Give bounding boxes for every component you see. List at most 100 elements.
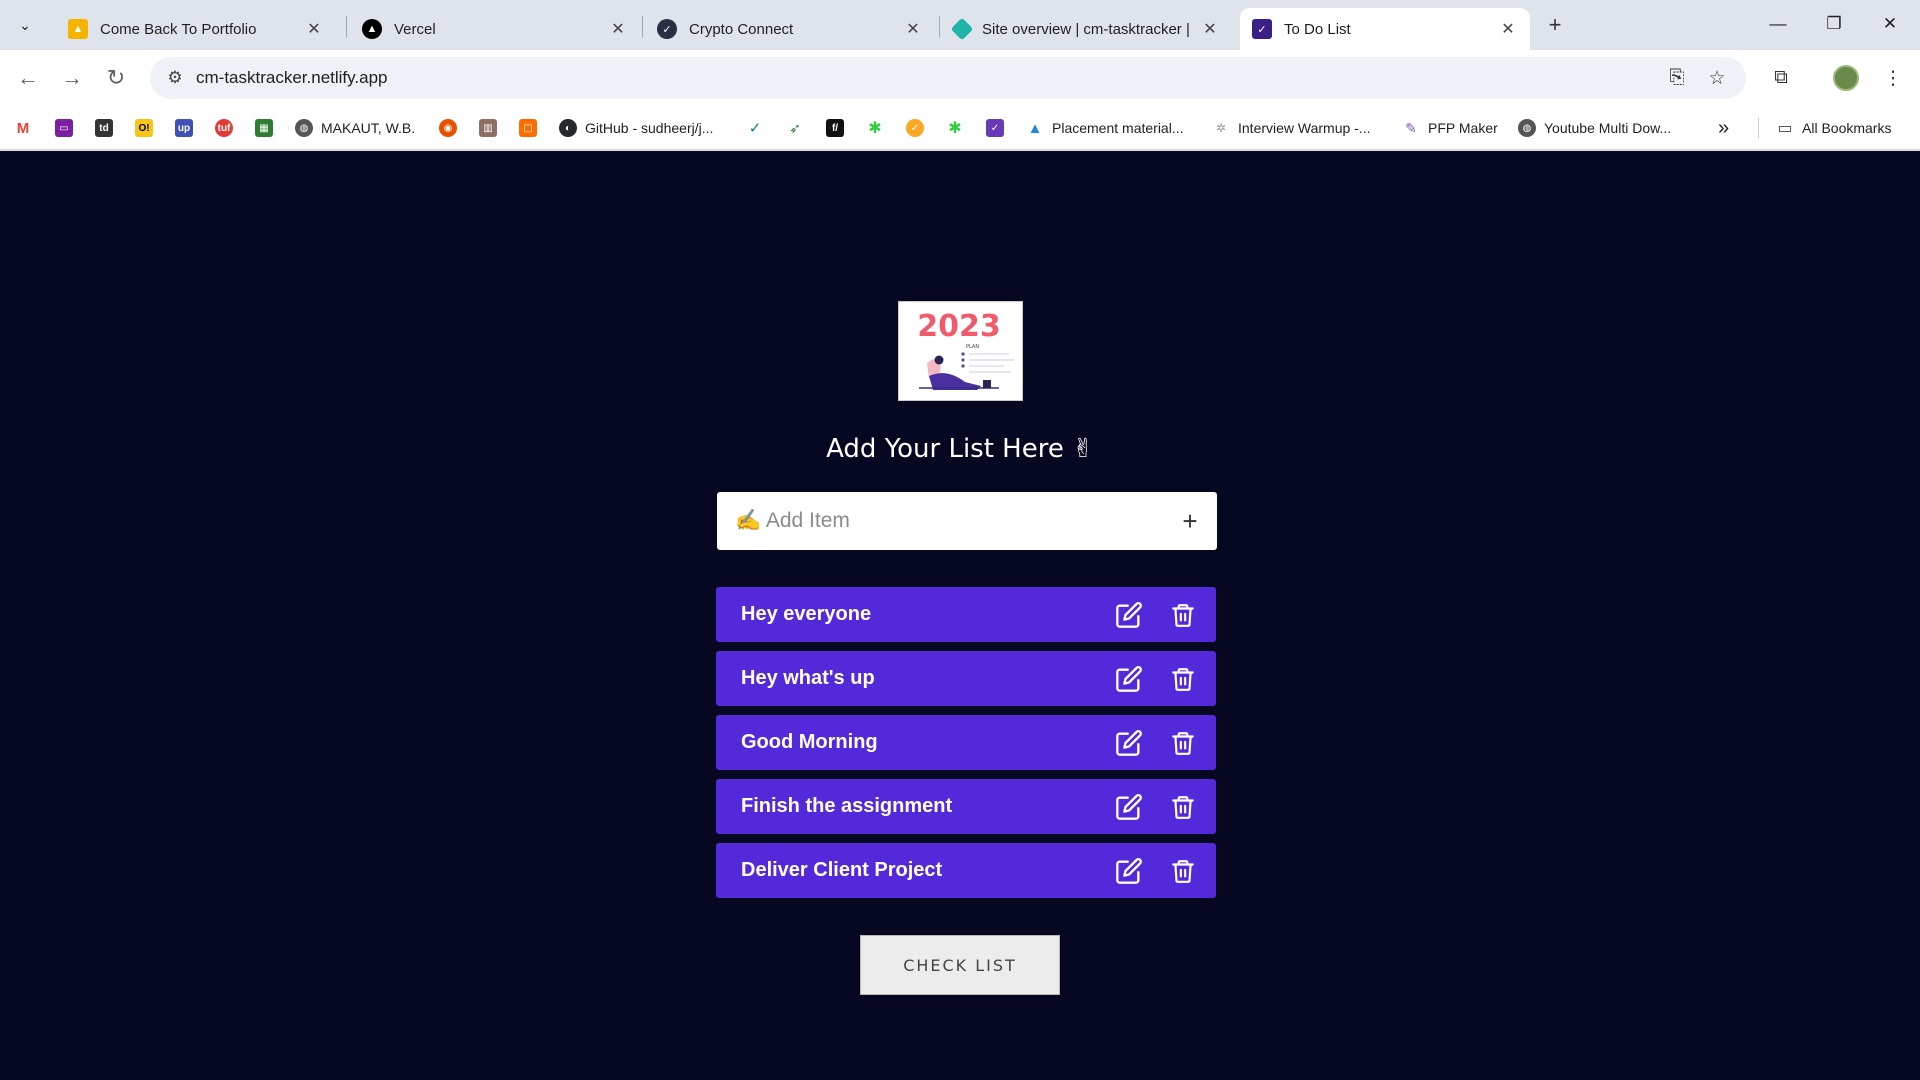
plan-2023-illustration: 2023 PLAN	[899, 302, 1022, 400]
close-icon[interactable]: ✕	[304, 19, 324, 39]
bookmark-green[interactable]: ▦	[255, 116, 273, 140]
pfp-icon: ✎	[1402, 119, 1420, 137]
todo-icon: ✓	[1252, 19, 1272, 39]
globe-icon: ◍	[295, 119, 313, 137]
reload-button[interactable]: ↻	[98, 60, 134, 96]
more-bookmarks-button[interactable]: »	[1718, 116, 1729, 140]
tab-portfolio[interactable]: ▲ Come Back To Portfolio ✕	[56, 8, 336, 50]
bookmark-leaf[interactable]: ➶	[786, 116, 804, 140]
tab-site-overview[interactable]: Site overview | cm-tasktracker | ✕	[942, 8, 1232, 50]
close-icon[interactable]: ✕	[1498, 19, 1518, 39]
tab-divider	[642, 16, 643, 38]
o-icon: O!	[135, 119, 153, 137]
trash-icon[interactable]	[1156, 843, 1210, 898]
edit-icon[interactable]	[1102, 779, 1156, 834]
tab-crypto-connect[interactable]: ✓ Crypto Connect ✕	[645, 8, 935, 50]
bookmark-asterisk[interactable]: ✱	[866, 116, 884, 140]
bookmark-td[interactable]: td	[95, 116, 113, 140]
install-app-icon[interactable]: ⎘	[1664, 65, 1690, 91]
tab-title: Come Back To Portfolio	[100, 20, 257, 38]
crypto-icon: ✓	[657, 19, 677, 39]
bookmark-chat[interactable]: ▢	[519, 116, 537, 140]
bookmark-orange-check[interactable]: ✓	[906, 116, 924, 140]
bookmark-label: Interview Warmup -...	[1238, 120, 1371, 136]
address-bar[interactable]: ⚙ cm-tasktracker.netlify.app ⎘ ☆	[150, 57, 1746, 99]
bookmark-tuf[interactable]: tuf	[215, 116, 233, 140]
hero-year: 2023	[917, 309, 1001, 344]
bookmark-purple[interactable]: ✓	[986, 116, 1004, 140]
drive-icon: ▲	[1026, 119, 1044, 137]
minimize-button[interactable]: —	[1750, 8, 1806, 40]
todo-page: 2023 PLAN Add Your List Here ✌ + Hey eve…	[0, 151, 1920, 1080]
tab-strip: ⌄ ▲ Come Back To Portfolio ✕ ▲ Vercel ✕ …	[0, 0, 1920, 50]
trash-icon[interactable]	[1156, 651, 1210, 706]
url-text[interactable]: cm-tasktracker.netlify.app	[196, 68, 387, 88]
dev-icon: f/	[826, 119, 844, 137]
bookmark-gmail[interactable]: M	[14, 116, 32, 140]
tab-search-dropdown[interactable]: ⌄	[10, 10, 40, 40]
edit-icon[interactable]	[1102, 651, 1156, 706]
trash-icon[interactable]	[1156, 715, 1210, 770]
bookmark-up[interactable]: up	[175, 116, 193, 140]
item-text: Deliver Client Project	[741, 859, 943, 881]
bookmark-pfp[interactable]: ✎ PFP Maker	[1402, 116, 1498, 140]
bookmark-label: Youtube Multi Dow...	[1544, 120, 1672, 136]
close-window-button[interactable]: ✕	[1862, 8, 1918, 40]
bookmark-label: MAKAUT, W.B.	[321, 120, 416, 136]
item-text: Hey everyone	[741, 603, 872, 625]
add-item-button[interactable]: +	[1175, 506, 1205, 536]
classroom-icon: ▭	[55, 119, 73, 137]
tuf-icon: tuf	[215, 119, 233, 137]
portfolio-icon: ▲	[68, 19, 88, 39]
bookmarks-bar: M ▭ td O! up tuf ▦ ◍ MAKAUT, W.B. ◉ ▥ ▢ ◐…	[0, 106, 1920, 150]
tab-vercel[interactable]: ▲ Vercel ✕	[350, 8, 640, 50]
site-info-icon[interactable]: ⚙	[162, 65, 188, 91]
tab-title: Site overview | cm-tasktracker |	[982, 20, 1190, 38]
hero-caption: PLAN	[966, 344, 979, 350]
leaf-icon: ➶	[786, 119, 804, 137]
close-icon[interactable]: ✕	[1200, 19, 1220, 39]
globe-icon: ◍	[1518, 119, 1536, 137]
bookmark-classroom[interactable]: ▭	[55, 116, 73, 140]
bookmark-github[interactable]: ◐ GitHub - sudheerj/j...	[559, 116, 713, 140]
chat-icon: ▢	[519, 119, 537, 137]
bookmark-interview[interactable]: ✲ Interview Warmup -...	[1212, 116, 1371, 140]
bookmarks-divider	[1758, 118, 1759, 138]
item-text: Good Morning	[741, 731, 878, 753]
edit-icon[interactable]	[1102, 587, 1156, 642]
item-text: Hey what's up	[741, 667, 875, 689]
bookmark-star-icon[interactable]: ☆	[1704, 65, 1730, 91]
trash-icon[interactable]	[1156, 779, 1210, 834]
edit-icon[interactable]	[1102, 843, 1156, 898]
close-icon[interactable]: ✕	[903, 19, 923, 39]
edit-icon[interactable]	[1102, 715, 1156, 770]
firefox-icon: ◉	[439, 119, 457, 137]
bookmark-makaut[interactable]: ◍ MAKAUT, W.B.	[295, 116, 415, 140]
new-tab-button[interactable]: +	[1540, 10, 1570, 40]
extensions-icon[interactable]: ⧉	[1766, 63, 1796, 93]
profile-avatar[interactable]	[1833, 65, 1859, 91]
bookmark-label: All Bookmarks	[1802, 120, 1892, 136]
bookmark-books[interactable]: ▥	[479, 116, 497, 140]
tab-to-do-list[interactable]: ✓ To Do List ✕	[1240, 8, 1530, 50]
bookmark-youtube-dl[interactable]: ◍ Youtube Multi Dow...	[1518, 116, 1671, 140]
menu-kebab-icon[interactable]: ⋮	[1878, 63, 1908, 93]
list-item: Hey what's up	[716, 651, 1216, 706]
close-icon[interactable]: ✕	[608, 19, 628, 39]
bookmark-colorful[interactable]: ◉	[439, 116, 457, 140]
add-item-input[interactable]	[735, 492, 1155, 550]
bookmark-check[interactable]: ✓	[746, 116, 764, 140]
tab-title: Crypto Connect	[689, 20, 794, 38]
all-bookmarks-button[interactable]: ▭ All Bookmarks	[1776, 116, 1891, 140]
trash-icon[interactable]	[1156, 587, 1210, 642]
bookmark-dev[interactable]: f/	[826, 116, 844, 140]
forward-button[interactable]: →	[54, 60, 90, 96]
check-list-button[interactable]: CHECK LIST	[860, 935, 1060, 995]
bookmark-label: GitHub - sudheerj/j...	[585, 120, 714, 136]
tab-divider	[939, 16, 940, 38]
bookmark-o[interactable]: O!	[135, 116, 153, 140]
bookmark-asterisk-2[interactable]: ✱	[946, 116, 964, 140]
back-button[interactable]: ←	[10, 60, 46, 96]
restore-button[interactable]: ❐	[1806, 8, 1862, 40]
bookmark-placement[interactable]: ▲ Placement material...	[1026, 116, 1184, 140]
